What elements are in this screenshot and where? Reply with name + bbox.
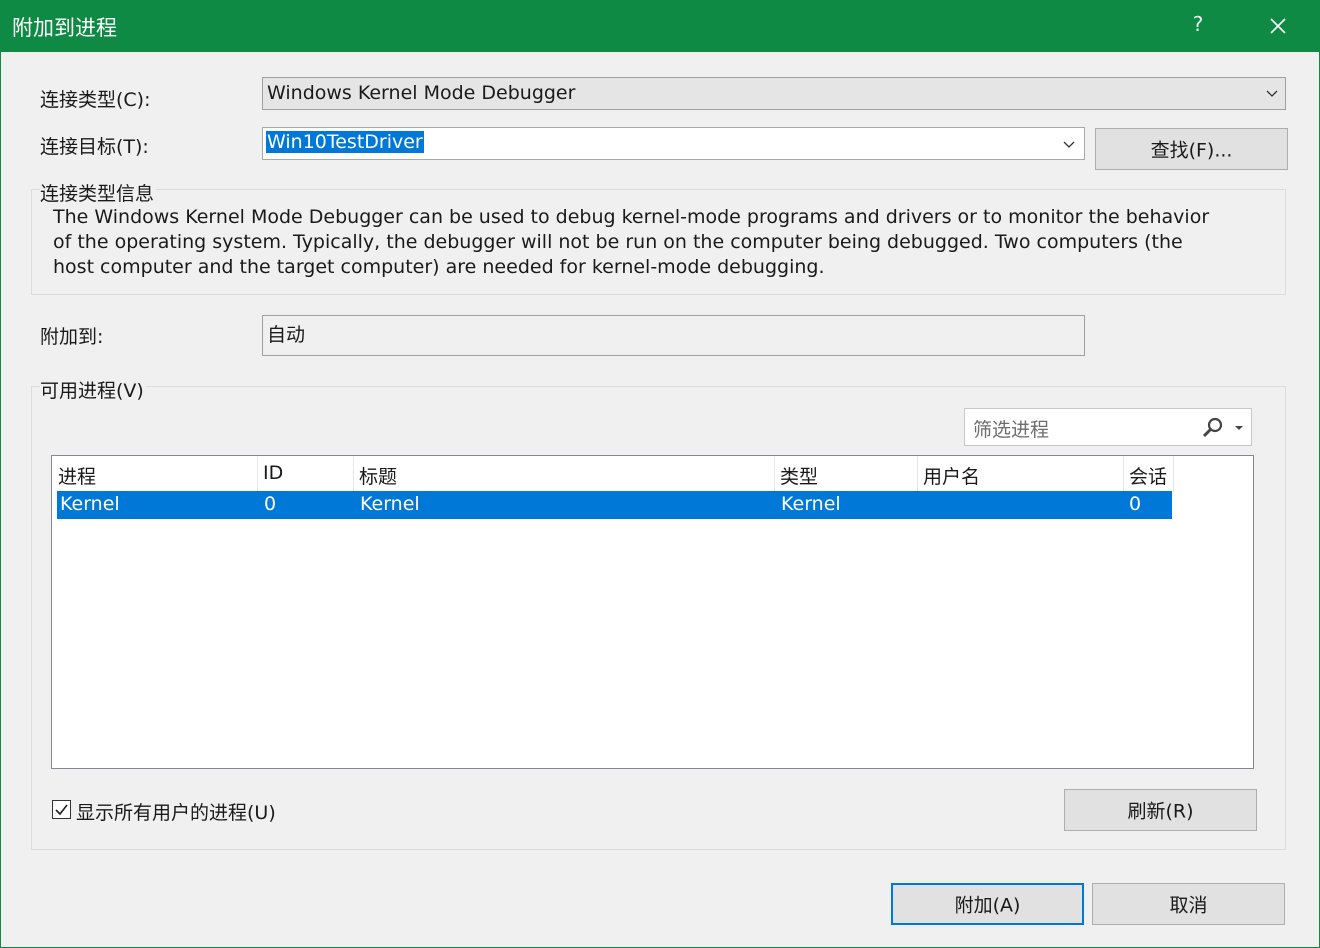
cell-session: 0 <box>1129 493 1142 515</box>
process-list[interactable]: 进程 ID 标题 类型 用户名 会话 Kernel 0 Kernel Kerne… <box>51 455 1254 769</box>
caret-down-icon[interactable] <box>1233 423 1245 433</box>
connection-info-group-label: 连接类型信息 <box>40 179 157 206</box>
attach-to-label: 附加到: <box>40 326 104 348</box>
connection-info-text: The Windows Kernel Mode Debugger can be … <box>53 206 1210 278</box>
show-all-users-label[interactable]: 显示所有用户的进程(U) <box>76 798 276 825</box>
cell-process: Kernel <box>60 493 120 515</box>
find-button-label: 查找(F)... <box>1150 139 1233 162</box>
connection-target-value: Win10TestDriver <box>266 131 424 153</box>
table-row[interactable]: Kernel 0 Kernel Kernel 0 <box>57 491 1172 519</box>
connection-target-input[interactable]: Win10TestDriver <box>262 127 1085 160</box>
column-header-title[interactable]: 标题 <box>353 456 775 492</box>
connection-type-dropdown[interactable]: Windows Kernel Mode Debugger <box>262 77 1286 110</box>
cell-title: Kernel <box>360 493 420 515</box>
refresh-button[interactable]: 刷新(R) <box>1064 789 1257 831</box>
title-bar: 附加到进程 ? <box>0 0 1320 52</box>
attach-button[interactable]: 附加(A) <box>891 883 1084 925</box>
column-header-username[interactable]: 用户名 <box>917 456 1124 492</box>
attach-button-label: 附加(A) <box>954 894 1021 917</box>
filter-process-input[interactable]: 筛选进程 <box>964 408 1252 446</box>
attach-to-value: 自动 <box>267 324 306 346</box>
show-all-users-checkbox[interactable] <box>52 800 71 819</box>
checkmark-icon <box>55 804 68 816</box>
column-header-type[interactable]: 类型 <box>774 456 918 492</box>
chevron-down-icon <box>1266 90 1278 97</box>
processes-group-label: 可用进程(V) <box>40 376 146 403</box>
connection-target-label: 连接目标(T): <box>40 136 149 158</box>
close-icon[interactable] <box>1262 10 1294 42</box>
connection-type-label: 连接类型(C): <box>40 89 151 111</box>
chevron-down-icon[interactable] <box>1062 137 1076 151</box>
filter-placeholder: 筛选进程 <box>973 419 1050 441</box>
column-header-session[interactable]: 会话 <box>1123 456 1174 492</box>
help-button[interactable]: ? <box>1186 12 1210 40</box>
find-button[interactable]: 查找(F)... <box>1095 128 1288 170</box>
refresh-button-label: 刷新(R) <box>1127 800 1194 823</box>
cell-type: Kernel <box>781 493 841 515</box>
cancel-button[interactable]: 取消 <box>1092 883 1285 925</box>
connection-type-value: Windows Kernel Mode Debugger <box>267 82 576 104</box>
column-header-process[interactable]: 进程 <box>52 456 258 492</box>
cell-id: 0 <box>264 493 277 515</box>
attach-to-field[interactable]: 自动 <box>262 315 1085 356</box>
window-title: 附加到进程 <box>12 16 117 40</box>
cancel-button-label: 取消 <box>1169 894 1208 917</box>
column-header-id[interactable]: ID <box>257 456 354 492</box>
search-icon[interactable] <box>1201 416 1225 440</box>
